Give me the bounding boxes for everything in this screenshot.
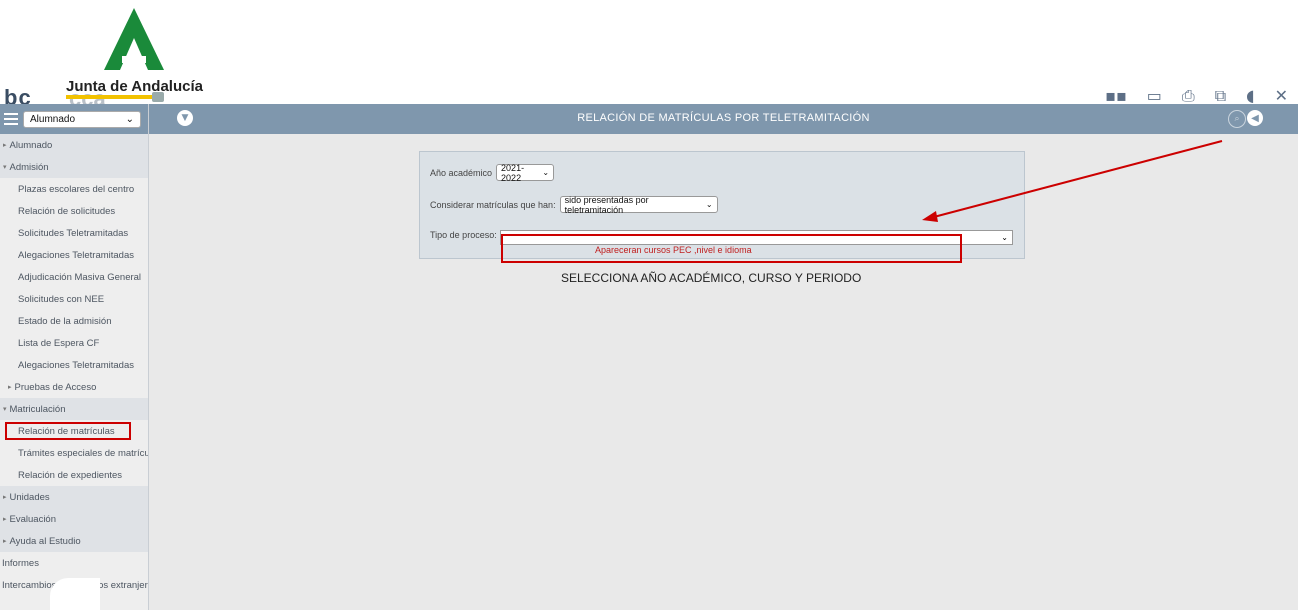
- caret-down-icon: ▾: [3, 406, 7, 413]
- sidebar-item-label: Admisión: [9, 161, 49, 173]
- caret-down-icon: ▾: [3, 164, 7, 171]
- sidebar-item-label: Trámites especiales de matrículas: [18, 447, 148, 459]
- page-header: ▼ RELACIÓN DE MATRÍCULAS POR TELETRAMITA…: [149, 104, 1298, 134]
- bottom-decoration: [50, 578, 100, 610]
- active-item-highlight: [5, 422, 131, 440]
- page-title: RELACIÓN DE MATRÍCULAS POR TELETRAMITACI…: [577, 112, 870, 124]
- caret-right-icon: ▸: [3, 142, 7, 149]
- sidebar-item[interactable]: Adjudicación Masiva General: [0, 266, 148, 288]
- sidebar-item-label: Adjudicación Masiva General: [18, 271, 142, 283]
- chevron-down-icon: ⌄: [1001, 233, 1008, 242]
- chat-icon[interactable]: ▭: [1147, 86, 1162, 106]
- sidebar-item-label: Informes: [2, 557, 39, 569]
- sidebar-item-label: Solicitudes Teletramitadas: [18, 227, 129, 239]
- sidebar-item[interactable]: ▸ Unidades: [0, 486, 148, 508]
- sidebar: Alumnado ⌄ ▸ Alumnado ▾ Admisión Plazas esco…: [0, 104, 149, 610]
- sidebar-item-label: Lista de Espera CF: [18, 337, 100, 349]
- close-icon[interactable]: ✕: [1275, 86, 1288, 106]
- year-label: Año académico: [430, 167, 493, 178]
- profile-select[interactable]: Alumnado ⌄: [23, 110, 141, 128]
- sidebar-item[interactable]: Solicitudes Teletramitadas: [0, 222, 148, 244]
- consider-label: Considerar matrículas que han:: [430, 199, 556, 210]
- consider-row: Considerar matrículas que han: sido pres…: [430, 194, 718, 215]
- sidebar-item-label: Solicitudes con NEE: [18, 293, 105, 305]
- sidebar-item-label: Relación de expedientes: [18, 469, 123, 481]
- brand-name: Junta de Andalucía: [66, 78, 203, 95]
- banner-pill: [152, 92, 164, 102]
- print-icon[interactable]: ⎙: [1182, 86, 1195, 106]
- sidebar-header: Alumnado ⌄: [0, 104, 148, 134]
- tipo-label: Tipo de proceso:: [430, 230, 497, 240]
- sidebar-item-label: Matriculación: [9, 403, 66, 415]
- sidebar-item[interactable]: ▸ Alumnado: [0, 134, 148, 156]
- sidebar-item-label: Relación de solicitudes: [18, 205, 116, 217]
- junta-logo-icon: [104, 8, 164, 70]
- annotation-text: Apareceran cursos PEC ,nivel e idioma: [595, 245, 752, 255]
- caret-right-icon: ▸: [3, 494, 7, 501]
- sidebar-item[interactable]: Informes: [0, 552, 148, 574]
- back-arrow-icon[interactable]: ◀: [1247, 110, 1263, 126]
- sidebar-item[interactable]: Alegaciones Teletramitadas: [0, 244, 148, 266]
- year-row: Año académico 2021-2022 ⌄: [430, 162, 555, 183]
- main-panel: ▼ RELACIÓN DE MATRÍCULAS POR TELETRAMITA…: [149, 104, 1298, 610]
- sidebar-item[interactable]: ▾ Admisión: [0, 156, 148, 178]
- year-select[interactable]: 2021-2022 ⌄: [496, 162, 555, 183]
- top-banner: bc cca Junta de Andalucía ▪▪ ▭ ⎙ ⧉ ◖ ✕: [0, 0, 1298, 111]
- caret-right-icon: ▸: [3, 538, 7, 545]
- top-toolbar: ▪▪ ▭ ⎙ ⧉ ◖ ✕: [1105, 86, 1288, 106]
- sidebar-item-label: Alegaciones Teletramitadas: [18, 249, 135, 261]
- sidebar-item[interactable]: ▸ Pruebas de Acceso: [0, 376, 148, 398]
- sidebar-item[interactable]: Plazas escolares del centro: [0, 178, 148, 200]
- sidebar-item[interactable]: ▸ Evaluación: [0, 508, 148, 530]
- sidebar-item-label: Evaluación: [9, 513, 56, 525]
- sidebar-item[interactable]: ▸ Ayuda al Estudio: [0, 530, 148, 552]
- app-icon[interactable]: ▪▪: [1105, 86, 1127, 106]
- sidebar-item-label: Ayuda al Estudio: [9, 535, 81, 547]
- sidebar-item[interactable]: Relación de solicitudes: [0, 200, 148, 222]
- sidebar-item[interactable]: Alegaciones Teletramitadas: [0, 354, 148, 376]
- caret-right-icon: ▸: [8, 384, 12, 391]
- sidebar-item[interactable]: Relación de expedientes: [0, 464, 148, 486]
- sidebar-item-label: Pruebas de Acceso: [14, 381, 97, 393]
- sidebar-item[interactable]: Solicitudes con NEE: [0, 288, 148, 310]
- sidebar-item[interactable]: ▾ Matriculación: [0, 398, 148, 420]
- profile-select-value: Alumnado: [30, 113, 76, 125]
- year-select-value: 2021-2022: [501, 162, 525, 183]
- hamburger-icon[interactable]: [4, 113, 18, 125]
- tipo-row: Tipo de proceso:: [430, 230, 497, 240]
- sidebar-item[interactable]: Estado de la admisión: [0, 310, 148, 332]
- brand-underline: [66, 95, 156, 99]
- instruction-text: SELECCIONA AÑO ACADÉMICO, CURSO Y PERIOD…: [561, 271, 862, 285]
- caret-right-icon: ▸: [3, 516, 7, 523]
- filter-form: Año académico 2021-2022 ⌄ Considerar mat…: [419, 151, 1025, 263]
- consider-select-value: sido presentadas por teletramitación: [564, 194, 649, 215]
- window-icon[interactable]: ⧉: [1215, 86, 1226, 106]
- user-icon[interactable]: ◖: [1246, 86, 1254, 106]
- sidebar-item-label: Alegaciones Teletramitadas: [18, 359, 135, 371]
- sidebar-item-label: Plazas escolares del centro: [18, 183, 135, 195]
- consider-select[interactable]: sido presentadas por teletramitación ⌄: [559, 194, 718, 215]
- sidebar-item[interactable]: Trámites especiales de matrículas: [0, 442, 148, 464]
- sidebar-menu: ▸ Alumnado ▾ Admisión Plazas escolares del c…: [0, 134, 148, 596]
- chevron-down-icon: ⌄: [705, 200, 713, 209]
- sidebar-item-label: Alumnado: [9, 139, 53, 151]
- chevron-down-icon: ⌄: [125, 113, 134, 125]
- search-icon[interactable]: ⌕: [1228, 110, 1246, 128]
- chevron-down-icon: ⌄: [542, 168, 550, 177]
- sidebar-item-label: Unidades: [9, 491, 50, 503]
- sidebar-item[interactable]: Lista de Espera CF: [0, 332, 148, 354]
- sidebar-item-label: Estado de la admisión: [18, 315, 112, 327]
